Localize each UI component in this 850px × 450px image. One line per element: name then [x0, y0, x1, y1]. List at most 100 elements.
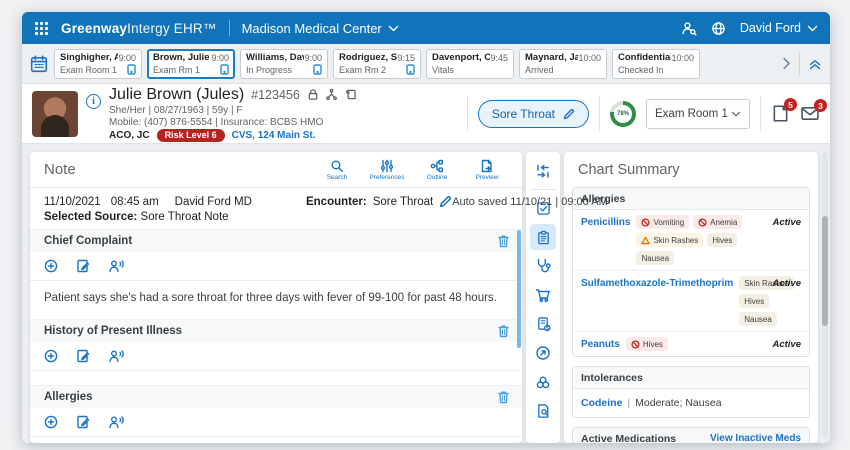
calendar-icon[interactable]	[30, 55, 48, 73]
add-icon[interactable]	[44, 259, 58, 273]
patient-photo[interactable]	[32, 91, 78, 137]
document-review-button[interactable]	[530, 398, 556, 424]
section-content[interactable]: Penicillins Sulfamethoazole-Trimethoprim…	[30, 437, 522, 443]
note-preferences-button[interactable]: Preferences	[364, 159, 410, 181]
messages-count-badge: 3	[814, 99, 827, 112]
trash-icon[interactable]	[497, 390, 510, 404]
notes-button[interactable]: 5	[771, 104, 790, 123]
patient-tab[interactable]: Rodriguez, Seba...9:15 Exam Rm 2	[333, 49, 421, 79]
banner-divider	[467, 96, 468, 132]
patient-name: Julie Brown (Jules)	[109, 86, 244, 104]
window-scrollbar[interactable]	[822, 152, 828, 437]
tabs-collapse-icon[interactable]	[808, 57, 822, 71]
trash-icon[interactable]	[497, 234, 510, 248]
info-icon[interactable]: i	[86, 94, 101, 109]
patient-tab[interactable]: Singhigher, Alexa...9:00 Exam Room 1	[54, 49, 142, 79]
outline-icon	[430, 159, 444, 173]
user-menu[interactable]: David Ford	[740, 21, 818, 35]
notes-count-badge: 5	[784, 98, 797, 111]
billing-button[interactable]: $	[530, 311, 556, 337]
note-date: 11/10/2021	[44, 196, 101, 208]
app-grid-icon[interactable]	[34, 21, 49, 36]
messages-button[interactable]: 3	[800, 105, 820, 122]
patient-tab[interactable]: Davenport, Coley9:45 Vitals	[426, 49, 514, 79]
section-title: Chief Complaint	[44, 235, 132, 247]
allergy-row: Peanuts Hives Active	[573, 332, 809, 356]
globe-icon[interactable]	[711, 21, 726, 36]
allergies-box: Allergies Penicillins Vomiting Anemia Sk…	[572, 187, 810, 357]
template-icon[interactable]	[76, 349, 90, 363]
trash-icon[interactable]	[497, 324, 510, 338]
send-button[interactable]	[530, 340, 556, 366]
note-search-button[interactable]: Search	[314, 159, 360, 181]
patient-tab[interactable]: Williams, David9:00 In Progress	[240, 49, 328, 79]
reaction-badge: Hives	[707, 233, 737, 247]
allergy-status: Active	[772, 276, 801, 289]
allergy-status: Active	[772, 337, 801, 350]
view-inactive-meds-link[interactable]: View Inactive Meds	[710, 433, 801, 443]
scroll-icon[interactable]	[344, 88, 356, 101]
template-icon[interactable]	[76, 415, 90, 429]
phone-icon	[406, 64, 415, 75]
template-icon[interactable]	[76, 259, 90, 273]
room-select[interactable]: Exam Room 1	[646, 99, 750, 129]
encounter-button[interactable]: Sore Throat	[478, 100, 589, 128]
note-outline-button[interactable]: Outline	[414, 159, 460, 181]
chart-summary-button[interactable]	[530, 224, 556, 250]
brand-logo: GreenwayIntergy EHR™	[61, 21, 217, 36]
section-content[interactable]	[30, 371, 522, 385]
note-preview-button[interactable]: Preview	[464, 159, 510, 181]
rail-divider	[530, 189, 556, 190]
reaction-badge: Hives	[739, 294, 769, 308]
allergy-name-link[interactable]: Penicillins	[581, 215, 630, 228]
blocked-icon	[631, 340, 640, 349]
source-value: Sore Throat Note	[141, 211, 229, 223]
active-medications-header: Active Medications	[581, 433, 676, 444]
patient-tab[interactable]: Maynard, James10:00 Arrived	[519, 49, 607, 79]
chart-summary-title: Chart Summary	[564, 152, 818, 187]
user-name: David Ford	[740, 21, 801, 35]
section-content[interactable]: Patient says she's had a sore throat for…	[30, 281, 522, 319]
allergy-name-link[interactable]: Sulfamethoxazole-Trimethoprim	[581, 276, 733, 289]
source-label: Selected Source:	[44, 211, 137, 223]
intolerance-detail: Moderate; Nausea	[635, 397, 721, 409]
clinical-button[interactable]	[530, 253, 556, 279]
section-allergies: Allergies Penicillins Sulfamethoazole-Tr…	[30, 385, 522, 443]
note-scrollbar[interactable]	[517, 230, 521, 348]
note-title: Note	[44, 161, 76, 178]
phone-icon	[220, 64, 229, 75]
pharmacy-link[interactable]: CVS, 124 Main St.	[232, 130, 316, 141]
section-hpi: History of Present Illness	[30, 319, 522, 385]
dictation-icon[interactable]	[108, 415, 124, 429]
orders-cart-button[interactable]	[530, 282, 556, 308]
clinic-selector[interactable]: Madison Medical Center	[242, 21, 399, 36]
patient-tab-confidential[interactable]: Confidential10:00 Checked In	[612, 49, 700, 79]
tabs-next-icon[interactable]	[782, 57, 791, 70]
add-icon[interactable]	[44, 349, 58, 363]
intolerance-name-link[interactable]: Codeine	[581, 397, 622, 409]
encounter-label: Encounter:	[306, 196, 367, 208]
risk-level-badge[interactable]: Risk Level 6	[157, 129, 225, 142]
share-icon[interactable]	[325, 88, 338, 101]
schedule-tab-strip: Singhigher, Alexa...9:00 Exam Room 1 Bro…	[22, 44, 830, 84]
reaction-badge: Nausea	[636, 251, 674, 265]
app-window: GreenwayIntergy EHR™ Madison Medical Cen…	[22, 12, 830, 443]
encounter-value: Sore Throat	[373, 196, 434, 208]
panel-collapse-button[interactable]	[530, 158, 556, 184]
patient-tab-selected[interactable]: Brown, Julie9:00 Exam Rm 1	[147, 49, 235, 79]
apps-cluster-button[interactable]	[530, 369, 556, 395]
scrollbar-thumb[interactable]	[822, 216, 828, 326]
section-title: Allergies	[44, 391, 93, 403]
dictation-icon[interactable]	[108, 259, 124, 273]
lock-icon[interactable]	[307, 88, 319, 101]
dictation-icon[interactable]	[108, 349, 124, 363]
allergy-name-link[interactable]: Peanuts	[581, 337, 620, 350]
provider-search-icon[interactable]	[681, 21, 697, 36]
add-icon[interactable]	[44, 415, 58, 429]
phone-icon	[127, 64, 136, 75]
top-bar: GreenwayIntergy EHR™ Madison Medical Cen…	[22, 12, 830, 44]
edit-pencil-icon[interactable]	[439, 195, 452, 208]
visit-progress-value: 78%	[614, 105, 632, 123]
product-name: Intergy EHR™	[127, 21, 216, 36]
banner-divider	[760, 96, 761, 132]
